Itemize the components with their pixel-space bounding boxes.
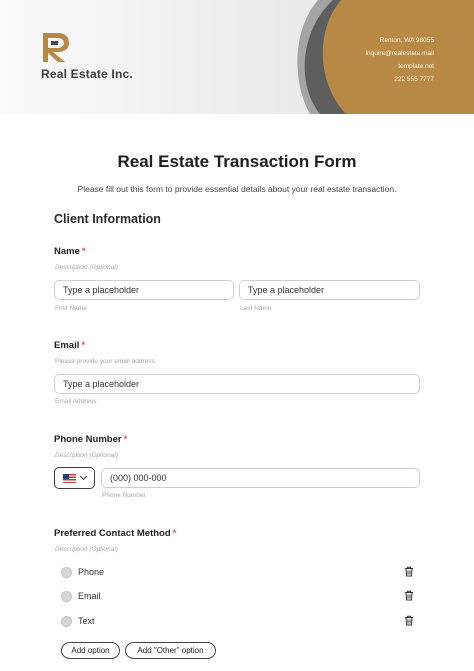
phone-label-text: Phone Number xyxy=(54,434,122,445)
required-mark: * xyxy=(172,528,177,539)
company-logo-icon xyxy=(43,33,69,62)
country-code-select[interactable] xyxy=(54,467,95,489)
name-hint: Description (Optional) xyxy=(55,264,118,271)
page-title: Real Estate Transaction Form xyxy=(117,152,357,171)
form-description: Please fill out this form to provide ess… xyxy=(77,184,397,194)
chevron-down-icon xyxy=(79,472,88,481)
phone-sublabel: Phone Number xyxy=(102,492,146,499)
contact-info: Renton, WA 98055 inquire@realestate.mail… xyxy=(366,34,434,86)
phone-hint: Description (Optional) xyxy=(55,452,118,459)
email-placeholder: Type a placeholder xyxy=(63,379,140,389)
radio-option-text[interactable]: Text xyxy=(61,614,95,628)
radio-option-label: Email xyxy=(78,591,101,601)
last-name-placeholder: Type a placeholder xyxy=(248,285,325,295)
contact-phone: 222 555 7777 xyxy=(394,76,434,83)
us-flag-icon xyxy=(63,473,76,483)
required-mark: * xyxy=(81,340,86,351)
first-name-placeholder: Type a placeholder xyxy=(63,285,140,295)
email-label: Email * xyxy=(54,340,85,351)
radio-option-label: Phone xyxy=(78,567,105,577)
add-other-option-button[interactable]: Add "Other" option xyxy=(125,642,216,659)
email-hint: Please provide your email address. xyxy=(55,358,157,365)
email-input[interactable]: Type a placeholder xyxy=(54,374,420,394)
trash-icon[interactable] xyxy=(404,615,414,626)
contact-website: template.net xyxy=(398,63,434,70)
phone-placeholder: (000) 000-000 xyxy=(110,473,167,483)
required-mark: * xyxy=(123,434,128,445)
radio-button[interactable] xyxy=(61,566,72,578)
name-label-text: Name xyxy=(54,246,80,257)
phone-input[interactable]: (000) 000-000 xyxy=(101,468,420,488)
email-label-text: Email xyxy=(54,340,80,351)
contact-method-label-text: Preferred Contact Method xyxy=(54,528,171,539)
first-name-input[interactable]: Type a placeholder xyxy=(54,280,234,300)
header-banner: Real Estate Inc. Renton, WA 98055 inquir… xyxy=(0,0,474,114)
first-name-sublabel: First Name xyxy=(55,305,87,312)
radio-button[interactable] xyxy=(61,590,72,602)
trash-icon[interactable] xyxy=(404,566,414,577)
last-name-input[interactable]: Type a placeholder xyxy=(239,280,420,300)
radio-option-phone[interactable]: Phone xyxy=(61,565,104,579)
radio-option-label: Text xyxy=(78,616,95,626)
radio-button[interactable] xyxy=(61,615,72,627)
phone-label: Phone Number * xyxy=(54,434,127,445)
required-mark: * xyxy=(81,246,86,257)
contact-method-hint: Description (Optional) xyxy=(55,546,118,553)
add-option-button[interactable]: Add option xyxy=(61,642,120,659)
brand-name: Real Estate Inc. xyxy=(41,67,133,81)
trash-icon[interactable] xyxy=(404,590,414,601)
radio-option-email[interactable]: Email xyxy=(61,589,101,603)
contact-method-label: Preferred Contact Method * xyxy=(54,528,176,539)
last-name-sublabel: Last Name xyxy=(240,305,272,312)
section-title: Client Information xyxy=(54,212,161,226)
name-label: Name * xyxy=(54,246,86,257)
contact-address: Renton, WA 98055 xyxy=(379,37,434,44)
email-sublabel: Email Address xyxy=(55,398,97,405)
contact-email: inquire@realestate.mail xyxy=(365,50,434,57)
